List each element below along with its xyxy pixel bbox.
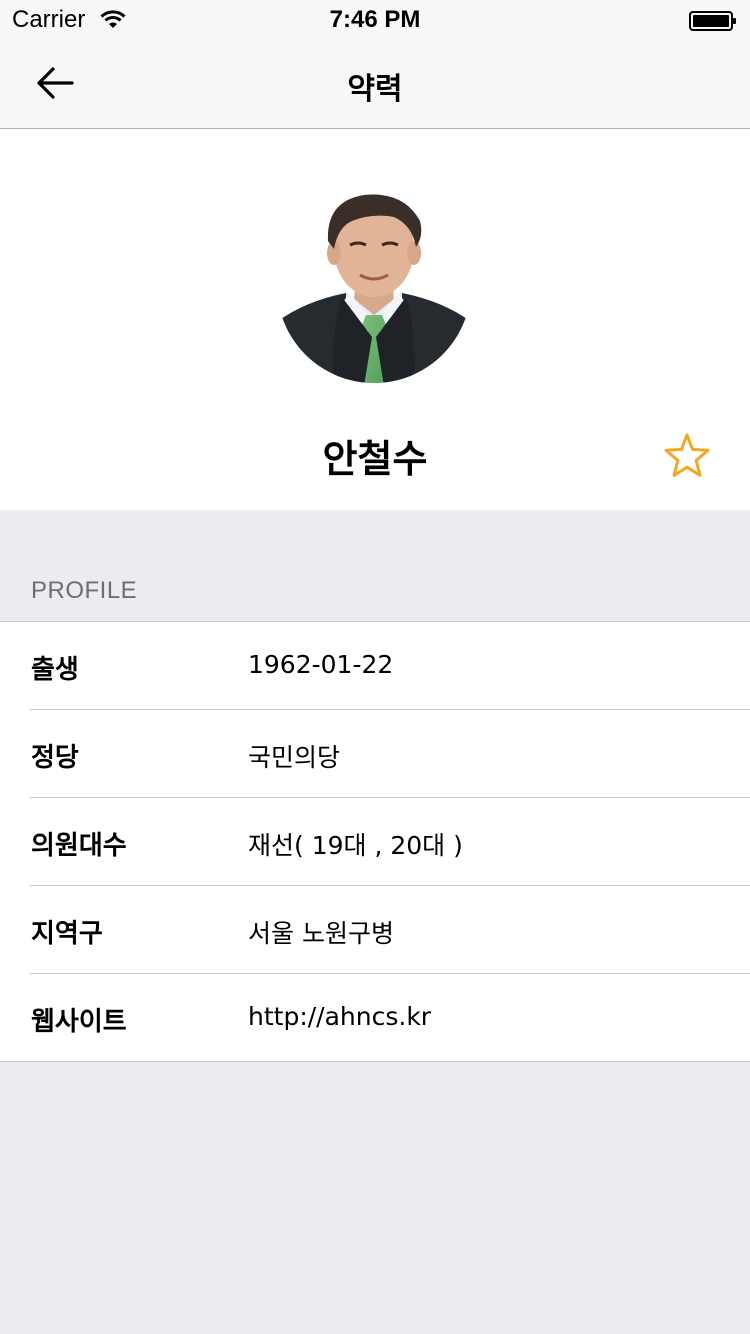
row-value: 서울 노원구병: [248, 919, 394, 948]
battery-icon: [689, 11, 736, 31]
row-value: 1962-01-22: [248, 650, 394, 679]
row-label: 출생: [31, 655, 79, 685]
row-value: 재선( 19대 , 20대 ): [248, 831, 463, 860]
profile-row-district: 지역구 서울 노원구병: [0, 886, 750, 974]
page-title: 약력: [347, 72, 403, 107]
status-bar: Carrier 7:46 PM: [0, 0, 750, 40]
profile-header: 안철수: [0, 129, 750, 510]
profile-row-terms: 의원대수 재선( 19대 , 20대 ): [0, 798, 750, 886]
avatar: [277, 189, 471, 383]
website-link[interactable]: http://ahncs.kr: [248, 1002, 431, 1031]
row-value: 국민의당: [248, 743, 341, 772]
row-label: 정당: [31, 743, 79, 773]
favorite-button[interactable]: [660, 429, 714, 483]
row-label: 의원대수: [31, 831, 127, 861]
profile-row-party: 정당 국민의당: [0, 710, 750, 798]
person-name: 안철수: [322, 437, 428, 481]
profile-list: 출생 1962-01-22 정당 국민의당 의원대수 재선( 19대 , 20대…: [0, 621, 750, 1062]
row-label: 지역구: [31, 919, 103, 949]
status-time: 7:46 PM: [329, 6, 421, 33]
section-header-profile: PROFILE: [31, 577, 138, 604]
star-outline-icon: [664, 433, 710, 477]
navigation-bar: 약력: [0, 40, 750, 129]
profile-row-birth: 출생 1962-01-22: [0, 622, 750, 710]
row-label: 웹사이트: [31, 1007, 127, 1037]
profile-row-website[interactable]: 웹사이트 http://ahncs.kr: [0, 974, 750, 1062]
